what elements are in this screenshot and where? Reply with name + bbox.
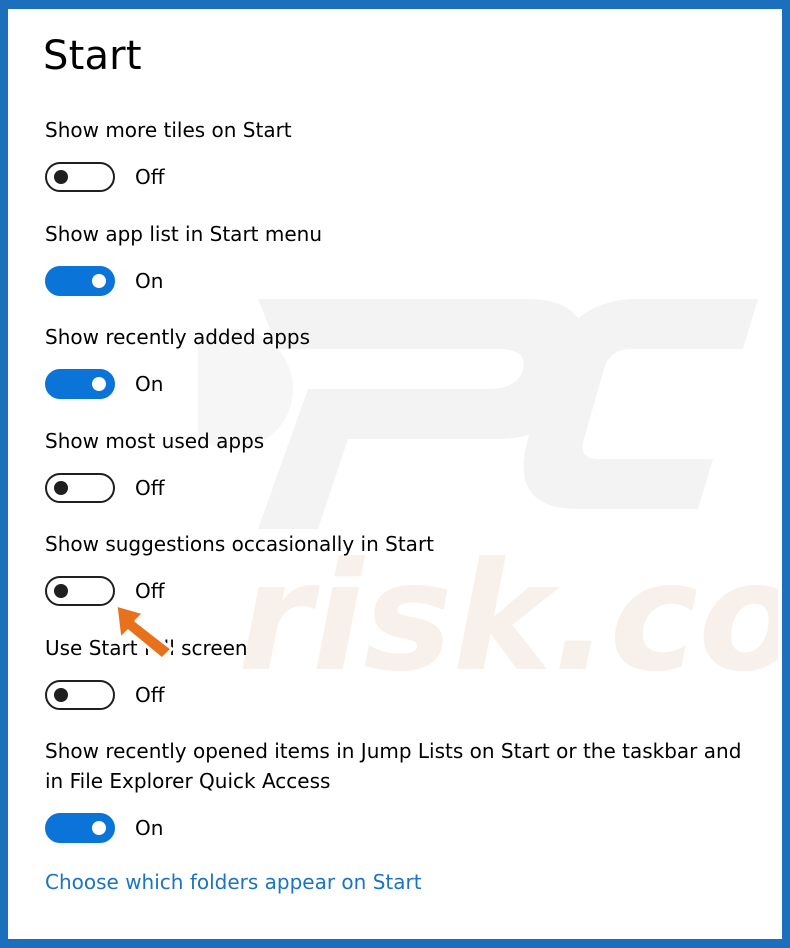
toggle-show-recently-opened-items[interactable] xyxy=(45,813,115,843)
toggle-show-more-tiles[interactable] xyxy=(45,162,115,192)
setting-label: Show recently opened items in Jump Lists… xyxy=(45,739,742,793)
toggle-state-label: On xyxy=(135,372,164,396)
toggle-state-label: On xyxy=(135,816,164,840)
toggle-row: On xyxy=(45,265,765,297)
toggle-row: Off xyxy=(45,161,765,193)
toggle-row: Off xyxy=(45,679,765,711)
choose-folders-link[interactable]: Choose which folders appear on Start xyxy=(45,870,422,894)
toggle-show-app-list[interactable] xyxy=(45,266,115,296)
toggle-state-label: Off xyxy=(135,165,165,189)
setting-show-most-used: Show most used apps Off xyxy=(45,426,765,504)
toggle-state-label: Off xyxy=(135,476,165,500)
setting-show-more-tiles: Show more tiles on Start Off xyxy=(45,115,765,193)
setting-show-recently-opened-items: Show recently opened items in Jump Lists… xyxy=(45,736,765,844)
toggle-show-suggestions[interactable] xyxy=(45,576,115,606)
toggle-knob xyxy=(54,170,68,184)
toggle-knob xyxy=(54,688,68,702)
page-title: Start xyxy=(43,33,142,79)
setting-label: Show most used apps xyxy=(45,429,265,453)
pointer-arrow-icon xyxy=(114,603,174,661)
toggle-row: On xyxy=(45,812,765,844)
toggle-row: Off xyxy=(45,472,765,504)
toggle-knob xyxy=(92,377,106,391)
toggle-state-label: On xyxy=(135,269,164,293)
toggle-state-label: Off xyxy=(135,579,165,603)
setting-label: Show recently added apps xyxy=(45,325,311,349)
toggle-knob xyxy=(54,584,68,598)
toggle-show-most-used[interactable] xyxy=(45,473,115,503)
toggle-knob xyxy=(54,481,68,495)
toggle-knob xyxy=(92,821,106,835)
toggle-use-start-full-screen[interactable] xyxy=(45,680,115,710)
setting-label: Show app list in Start menu xyxy=(45,222,323,246)
setting-show-recently-added: Show recently added apps On xyxy=(45,322,765,400)
toggle-knob xyxy=(92,274,106,288)
setting-show-app-list: Show app list in Start menu On xyxy=(45,219,765,297)
setting-label: Show suggestions occasionally in Start xyxy=(45,532,435,556)
toggle-show-recently-added[interactable] xyxy=(45,369,115,399)
setting-label: Show more tiles on Start xyxy=(45,118,292,142)
setting-show-suggestions: Show suggestions occasionally in Start O… xyxy=(45,529,765,607)
toggle-state-label: Off xyxy=(135,683,165,707)
settings-window: risk.com Start Show more tiles on Start … xyxy=(8,9,782,939)
toggle-row: On xyxy=(45,368,765,400)
